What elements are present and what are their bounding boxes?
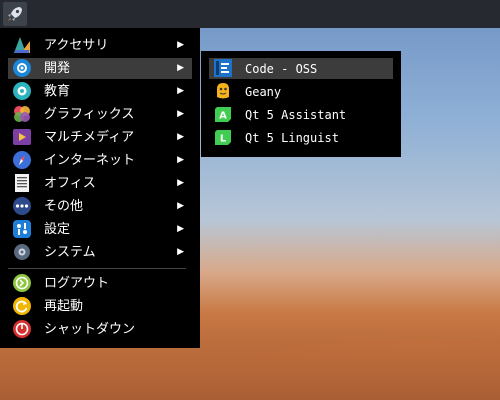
qt-assistant-icon: A [213,104,233,124]
multimedia-icon [12,127,32,147]
menu-item-shutdown[interactable]: シャットダウン [8,319,192,340]
menu-item-system[interactable]: システム ▶ [8,242,192,263]
application-menu: アクセサリ ▶ 開発 ▶ 教育 ▶ グラフィックス ▶ マルチメディア ▶ イン [0,28,200,348]
submenu-arrow-icon: ▶ [177,201,184,211]
submenu-item-geany[interactable]: Geany [209,81,393,102]
top-panel [0,0,500,28]
submenu-item-code-oss[interactable]: Code - OSS [209,58,393,79]
menu-item-label: インターネット [44,153,136,168]
menu-item-label: シャットダウン [44,322,136,337]
rocket-icon [8,7,22,21]
reboot-icon [12,296,32,316]
submenu-item-label: Qt 5 Linguist [245,131,339,145]
menu-item-label: マルチメディア [44,130,135,145]
svg-text:A: A [219,111,227,122]
other-icon [12,196,32,216]
submenu-arrow-icon: ▶ [177,155,184,165]
submenu-item-label: Geany [245,85,282,99]
menu-item-label: 教育 [44,84,71,99]
development-submenu: Code - OSS Geany A Qt 5 Assistant L Qt 5… [201,51,401,157]
accessories-icon [12,35,32,55]
submenu-item-label: Qt 5 Assistant [245,108,347,122]
menu-item-label: 設定 [44,222,71,237]
menu-item-label: 開発 [44,61,71,76]
internet-icon [12,150,32,170]
submenu-item-qt-linguist[interactable]: L Qt 5 Linguist [209,127,393,148]
code-oss-icon [213,58,233,78]
settings-icon [12,219,32,239]
menu-item-label: オフィス [44,176,96,191]
menu-item-label: その他 [44,199,84,214]
geany-icon [213,81,233,101]
menu-item-multimedia[interactable]: マルチメディア ▶ [8,127,192,148]
submenu-arrow-icon: ▶ [177,132,184,142]
menu-item-label: 再起動 [44,299,84,314]
submenu-arrow-icon: ▶ [177,247,184,257]
menu-item-logout[interactable]: ログアウト [8,273,192,294]
menu-item-reboot[interactable]: 再起動 [8,296,192,317]
education-icon [12,81,32,101]
menu-item-accessories[interactable]: アクセサリ ▶ [8,35,192,56]
development-icon [12,58,32,78]
menu-item-internet[interactable]: インターネット ▶ [8,150,192,171]
shutdown-icon [12,319,32,339]
menu-item-office[interactable]: オフィス ▶ [8,173,192,194]
submenu-item-label: Code - OSS [245,62,318,76]
menu-item-settings[interactable]: 設定 ▶ [8,219,192,240]
system-icon [12,242,32,262]
submenu-arrow-icon: ▶ [177,40,184,50]
svg-text:L: L [220,134,227,145]
menu-item-label: アクセサリ [44,38,109,53]
menu-separator [8,268,186,269]
menu-item-other[interactable]: その他 ▶ [8,196,192,217]
menu-item-label: グラフィックス [44,107,135,122]
qt-linguist-icon: L [213,127,233,147]
submenu-arrow-icon: ▶ [177,224,184,234]
logout-icon [12,273,32,293]
menu-item-graphics[interactable]: グラフィックス ▶ [8,104,192,125]
menu-item-label: システム [44,245,96,260]
menu-item-development[interactable]: 開発 ▶ [8,58,192,79]
office-icon [12,173,32,193]
submenu-arrow-icon: ▶ [177,178,184,188]
menu-item-education[interactable]: 教育 ▶ [8,81,192,102]
menu-item-label: ログアウト [44,276,110,291]
submenu-arrow-icon: ▶ [177,109,184,119]
submenu-arrow-icon: ▶ [177,63,184,73]
submenu-arrow-icon: ▶ [177,86,184,96]
application-launcher-button[interactable] [3,2,27,26]
graphics-icon [12,104,32,124]
submenu-item-qt-assistant[interactable]: A Qt 5 Assistant [209,104,393,125]
